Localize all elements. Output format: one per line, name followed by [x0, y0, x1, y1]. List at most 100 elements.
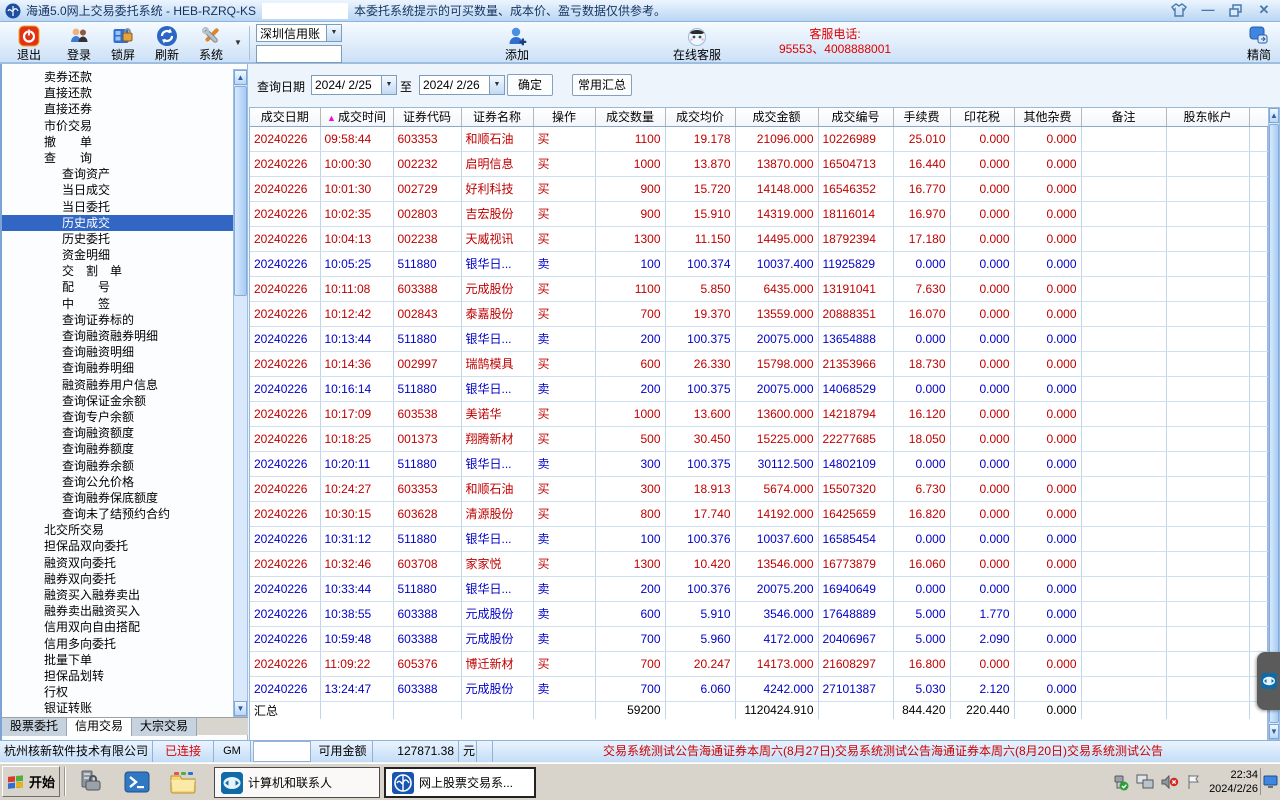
table-row[interactable]: 2024022610:04:13002238天威视讯买130011.150144…: [250, 226, 1269, 251]
table-row[interactable]: 2024022610:00:30002232启明信息买100013.870138…: [250, 151, 1269, 176]
table-row[interactable]: 2024022610:18:25001373翔腾新材买50030.4501522…: [250, 426, 1269, 451]
table-row[interactable]: 2024022610:11:08603388元成股份买11005.8506435…: [250, 276, 1269, 301]
restore-button[interactable]: [1228, 3, 1244, 18]
column-header[interactable]: 成交日期: [250, 108, 320, 126]
sidebar-item[interactable]: 配 号: [2, 279, 233, 295]
sidebar-item[interactable]: 融资买入融券卖出: [2, 587, 233, 603]
start-button[interactable]: 开始: [2, 766, 60, 797]
refresh-button[interactable]: 刷新: [144, 24, 190, 63]
system-tools-icon[interactable]: [76, 768, 106, 796]
table-row[interactable]: 2024022609:58:44603353和顺石油买110019.178210…: [250, 126, 1269, 151]
sidebar-item[interactable]: 直接还券: [2, 101, 233, 117]
sidebar-item[interactable]: 融资融券用户信息: [2, 377, 233, 393]
sidebar-item[interactable]: 当日成交: [2, 182, 233, 198]
table-row[interactable]: 2024022610:05:25511880银华日...卖100100.3741…: [250, 251, 1269, 276]
column-header[interactable]: 成交数量: [595, 108, 665, 126]
sidebar-item[interactable]: 查询公允价格: [2, 474, 233, 490]
sidebar-item[interactable]: 信用多向委托: [2, 636, 233, 652]
column-header[interactable]: ▲成交时间: [320, 108, 393, 126]
sidebar-item[interactable]: 北交所交易: [2, 522, 233, 538]
sidebar-item[interactable]: 担保品双向委托: [2, 538, 233, 554]
table-row[interactable]: 2024022610:59:48603388元成股份卖7005.9604172.…: [250, 626, 1269, 651]
table-row[interactable]: 2024022613:24:47603388元成股份卖7006.0604242.…: [250, 676, 1269, 701]
account-password-input[interactable]: [256, 45, 342, 63]
sidebar-item[interactable]: 资金明细: [2, 247, 233, 263]
sidebar-scrollbar-thumb[interactable]: [234, 86, 247, 296]
sidebar-item[interactable]: 查 询: [2, 150, 233, 166]
minimize-button[interactable]: —: [1198, 2, 1218, 18]
date-to-picker[interactable]: 2024/ 2/26 ▼: [419, 75, 505, 95]
table-row[interactable]: 2024022610:38:55603388元成股份卖6005.9103546.…: [250, 601, 1269, 626]
table-row[interactable]: 2024022610:12:42002843泰嘉股份买70019.3701355…: [250, 301, 1269, 326]
table-row[interactable]: 2024022610:30:15603628清源股份买80017.7401419…: [250, 501, 1269, 526]
column-header[interactable]: 成交均价: [665, 108, 735, 126]
table-row[interactable]: 2024022611:09:22605376博迁新材买70020.2471417…: [250, 651, 1269, 676]
flag-icon[interactable]: [1186, 774, 1202, 790]
sidebar-item[interactable]: 信用双向自由搭配: [2, 619, 233, 635]
sidebar-item[interactable]: 历史委托: [2, 231, 233, 247]
column-header[interactable]: 操作: [533, 108, 595, 126]
close-button[interactable]: ✕: [1254, 2, 1274, 18]
sidebar-item[interactable]: 撤 单: [2, 134, 233, 150]
common-summary-button[interactable]: 常用汇总: [572, 74, 632, 96]
column-header[interactable]: 证券名称: [461, 108, 533, 126]
task-trading-system[interactable]: 网上股票交易系...: [384, 767, 536, 798]
sidebar-item[interactable]: 担保品划转: [2, 668, 233, 684]
table-row[interactable]: 2024022610:20:11511880银华日...卖300100.3753…: [250, 451, 1269, 476]
sidebar-item[interactable]: 融资双向委托: [2, 555, 233, 571]
sidebar-item[interactable]: 中 签: [2, 296, 233, 312]
teamviewer-side-tab[interactable]: [1257, 652, 1280, 710]
sidebar-item[interactable]: 查询融券保底额度: [2, 490, 233, 506]
volume-muted-icon[interactable]: [1161, 774, 1179, 790]
sidebar-item[interactable]: 查询保证金余额: [2, 393, 233, 409]
column-header[interactable]: 其他杂费: [1014, 108, 1081, 126]
exit-button[interactable]: 退出: [6, 24, 52, 63]
table-scrollbar[interactable]: ▲ ▼: [1268, 107, 1280, 740]
network-icon[interactable]: [1136, 774, 1154, 790]
bottom-tab[interactable]: 股票委托: [2, 718, 67, 736]
table-row[interactable]: 2024022610:14:36002997瑞鹄模具买60026.3301579…: [250, 351, 1269, 376]
login-button[interactable]: 登录: [56, 24, 102, 63]
table-scrollbar-thumb[interactable]: [1269, 124, 1279, 723]
table-row[interactable]: 2024022610:01:30002729好利科技买90015.7201414…: [250, 176, 1269, 201]
scroll-down-icon[interactable]: ▼: [234, 701, 247, 716]
column-header[interactable]: 股东帐户: [1166, 108, 1249, 126]
sidebar-item[interactable]: 查询证券标的: [2, 312, 233, 328]
scroll-up-icon[interactable]: ▲: [1269, 108, 1279, 123]
column-header[interactable]: 证券代码: [393, 108, 461, 126]
chevron-down-icon[interactable]: ▼: [489, 76, 504, 94]
powershell-icon[interactable]: [122, 768, 152, 796]
system-button[interactable]: 系统: [188, 24, 234, 63]
sidebar-item[interactable]: 银证转账: [2, 700, 233, 716]
table-row[interactable]: 2024022610:32:46603708家家悦买130010.4201354…: [250, 551, 1269, 576]
sidebar-item[interactable]: 查询融资明细: [2, 344, 233, 360]
account-selector[interactable]: 深圳信用账 ▼: [256, 24, 342, 42]
system-dropdown-arrow[interactable]: ▼: [234, 38, 242, 47]
column-header[interactable]: 成交编号: [818, 108, 893, 126]
skin-icon[interactable]: [1170, 2, 1188, 18]
confirm-button[interactable]: 确定: [507, 74, 553, 96]
bottom-tab[interactable]: 信用交易: [67, 718, 132, 736]
table-row[interactable]: 2024022610:13:44511880银华日...卖200100.3752…: [250, 326, 1269, 351]
scroll-down-icon[interactable]: ▼: [1269, 724, 1279, 739]
sidebar-item[interactable]: 查询融券明细: [2, 360, 233, 376]
table-row[interactable]: 2024022610:24:27603353和顺石油买30018.9135674…: [250, 476, 1269, 501]
clock[interactable]: 22:34 2024/2/26: [1209, 768, 1258, 796]
sidebar-item[interactable]: 直接还款: [2, 85, 233, 101]
sidebar-item[interactable]: 行权: [2, 684, 233, 700]
sidebar-item[interactable]: 批量下单: [2, 652, 233, 668]
sidebar-item[interactable]: 融券卖出融资买入: [2, 603, 233, 619]
sidebar-item[interactable]: 历史成交: [2, 215, 233, 231]
sidebar-item[interactable]: 卖券还款: [2, 69, 233, 85]
chevron-down-icon[interactable]: ▼: [326, 25, 341, 41]
column-header[interactable]: 成交金额: [735, 108, 818, 126]
show-desktop-button[interactable]: [1260, 768, 1279, 795]
sidebar-item[interactable]: 查询融资融券明细: [2, 328, 233, 344]
column-header[interactable]: 印花税: [950, 108, 1014, 126]
column-header[interactable]: 备注: [1081, 108, 1166, 126]
bottom-tab[interactable]: 大宗交易: [132, 718, 197, 736]
lock-screen-button[interactable]: 锁屏: [100, 24, 146, 63]
sidebar-item[interactable]: 交 割 单: [2, 263, 233, 279]
date-from-picker[interactable]: 2024/ 2/25 ▼: [311, 75, 397, 95]
sidebar-item[interactable]: 查询融券余额: [2, 458, 233, 474]
